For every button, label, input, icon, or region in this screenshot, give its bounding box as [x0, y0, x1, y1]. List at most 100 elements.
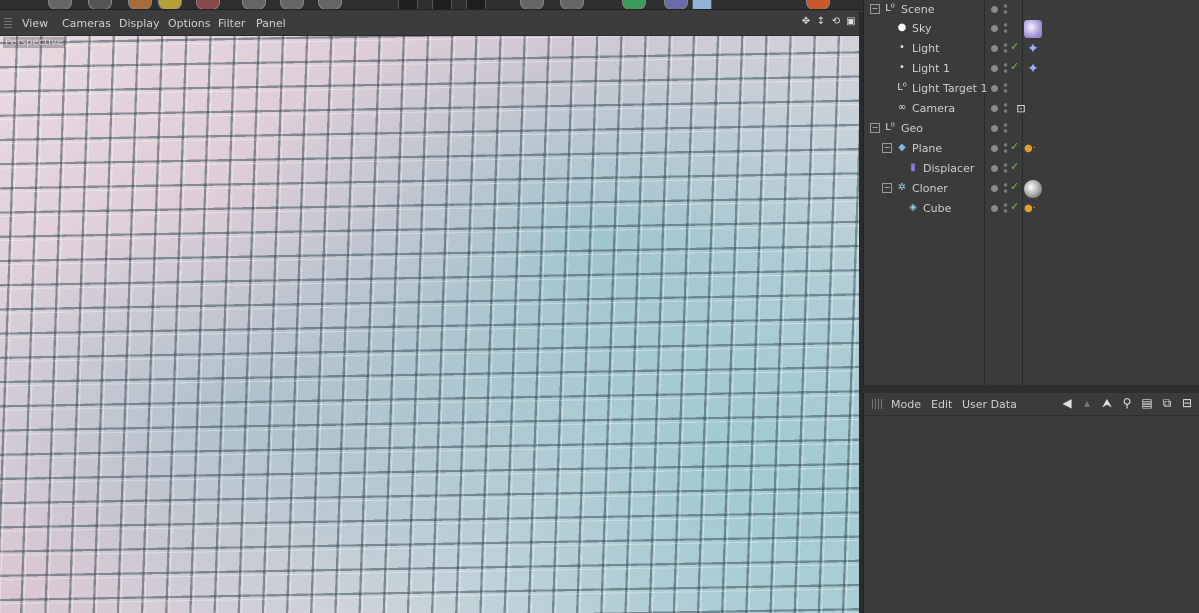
visibility-toggle[interactable] [1003, 41, 1008, 55]
layer-dot[interactable] [991, 185, 998, 192]
toolbar-button[interactable] [196, 0, 220, 9]
toolbar-button[interactable] [692, 0, 712, 9]
enabled-check[interactable]: ✓ [1010, 60, 1019, 73]
light-icon: • [899, 42, 905, 53]
attribute-menu-bar: Mode Edit User Data ◀ ▴ ⮝ ⚲ ▤ ⧉ ⊟ [864, 393, 1199, 416]
menu-display[interactable]: Display [119, 17, 160, 30]
rotate-view-icon[interactable]: ⟲ [830, 16, 842, 28]
menu-panel[interactable]: Panel [256, 17, 286, 30]
collapse-icon[interactable]: − [882, 183, 892, 193]
enabled-check[interactable]: ✓ [1010, 40, 1019, 53]
up-arrow-icon[interactable]: ▴ [1080, 396, 1094, 410]
layer-dot[interactable] [991, 205, 998, 212]
toolbar-button[interactable] [520, 0, 544, 9]
object-row-cube[interactable]: ◈ Cube ✓ ●· [864, 199, 1199, 219]
camera-icon: ∞ [897, 102, 907, 113]
layer-icon: L⁰ [885, 122, 895, 133]
new-window-icon[interactable]: ⧉ [1160, 396, 1174, 410]
toolbar-button[interactable] [88, 0, 112, 9]
layer-icon: L⁰ [885, 3, 895, 14]
toolbar-button[interactable] [242, 0, 266, 9]
toolbar-button[interactable] [280, 0, 304, 9]
viewport-menu-bar: View Cameras Display Options Filter Pane… [0, 12, 863, 36]
panel-separator[interactable] [863, 385, 1199, 393]
toolbar-button[interactable] [318, 0, 342, 9]
collapse-icon[interactable]: − [882, 143, 892, 153]
toolbar-button[interactable] [466, 0, 486, 9]
maximize-view-icon[interactable]: ▣ [845, 16, 857, 28]
cursor-icon[interactable]: ⮝ [1100, 396, 1114, 410]
toolbar-button[interactable] [398, 0, 418, 9]
collapse-icon[interactable]: − [870, 123, 880, 133]
lock-icon[interactable]: ▤ [1140, 396, 1154, 410]
object-row-displacer[interactable]: ▮ Displacer ✓ [864, 159, 1199, 179]
object-row-light[interactable]: • Light ✓ ✦ [864, 39, 1199, 59]
layer-dot[interactable] [991, 25, 998, 32]
viewport-3d[interactable] [0, 36, 859, 613]
material-tag[interactable] [1024, 20, 1042, 38]
menu-user-data[interactable]: User Data [962, 398, 1017, 411]
layer-dot[interactable] [991, 105, 998, 112]
object-row-geo[interactable]: − L⁰ Geo [864, 119, 1199, 139]
object-row-cloner[interactable]: − ✲ Cloner ✓ [864, 179, 1199, 199]
move-view-icon[interactable]: ✥ [800, 16, 812, 28]
grip-icon[interactable] [4, 18, 12, 28]
back-arrow-icon[interactable]: ◀ [1060, 396, 1074, 410]
material-tag[interactable] [1024, 180, 1042, 198]
layer-dot[interactable] [991, 45, 998, 52]
target-tag[interactable]: ✦ [1024, 40, 1042, 58]
enabled-check[interactable]: ✓ [1010, 200, 1019, 213]
menu-options[interactable]: Options [168, 17, 210, 30]
visibility-toggle[interactable] [1003, 141, 1008, 155]
layer-dot[interactable] [991, 85, 998, 92]
visibility-toggle[interactable] [1003, 61, 1008, 75]
visibility-toggle[interactable] [1003, 181, 1008, 195]
enabled-check[interactable]: ✓ [1010, 180, 1019, 193]
object-row-light-target-1[interactable]: L⁰ Light Target 1 [864, 79, 1199, 99]
cloner-icon: ✲ [897, 182, 907, 193]
layer-dot[interactable] [991, 65, 998, 72]
enabled-check[interactable]: ✓ [1010, 160, 1019, 173]
toolbar-button[interactable] [560, 0, 584, 9]
layer-dot[interactable] [991, 125, 998, 132]
toolbar-button[interactable] [128, 0, 152, 9]
toolbar-button[interactable] [158, 0, 182, 9]
collapse-icon[interactable]: − [870, 4, 880, 14]
phong-tag[interactable]: ●· [1024, 200, 1042, 218]
menu-mode[interactable]: Mode [891, 398, 921, 411]
object-row-scene[interactable]: − L⁰ Scene [864, 0, 1199, 20]
toolbar-button[interactable] [622, 0, 646, 9]
visibility-toggle[interactable] [1003, 201, 1008, 215]
object-row-sky[interactable]: ● Sky [864, 19, 1199, 39]
visibility-toggle[interactable] [1003, 101, 1008, 115]
toolbar-button[interactable] [432, 0, 452, 9]
menu-cameras[interactable]: Cameras [62, 17, 111, 30]
camera-tag[interactable]: ⊡ [1012, 100, 1030, 118]
grip-icon[interactable] [872, 399, 882, 409]
zoom-view-icon[interactable]: ↕ [815, 16, 827, 28]
layer-dot[interactable] [991, 145, 998, 152]
enabled-check[interactable]: ✓ [1010, 140, 1019, 153]
object-row-camera[interactable]: ∞ Camera ⊡ [864, 99, 1199, 119]
visibility-toggle[interactable] [1003, 21, 1008, 35]
visibility-toggle[interactable] [1003, 121, 1008, 135]
visibility-toggle[interactable] [1003, 81, 1008, 95]
layer-dot[interactable] [991, 165, 998, 172]
visibility-toggle[interactable] [1003, 2, 1008, 16]
more-icon[interactable]: ⊟ [1180, 396, 1194, 410]
menu-edit[interactable]: Edit [931, 398, 952, 411]
main-toolbar [0, 0, 863, 10]
menu-filter[interactable]: Filter [218, 17, 245, 30]
search-icon[interactable]: ⚲ [1120, 396, 1134, 410]
menu-view[interactable]: View [22, 17, 48, 30]
phong-tag[interactable]: ●· [1024, 140, 1042, 158]
toolbar-button[interactable] [48, 0, 72, 9]
displacer-icon: ▮ [910, 162, 916, 173]
layer-dot[interactable] [991, 6, 998, 13]
target-tag[interactable]: ✦ [1024, 60, 1042, 78]
toolbar-button[interactable] [806, 0, 830, 9]
object-row-light-1[interactable]: • Light 1 ✓ ✦ [864, 59, 1199, 79]
object-row-plane[interactable]: − ◆ Plane ✓ ●· [864, 139, 1199, 159]
toolbar-button[interactable] [664, 0, 688, 9]
visibility-toggle[interactable] [1003, 161, 1008, 175]
